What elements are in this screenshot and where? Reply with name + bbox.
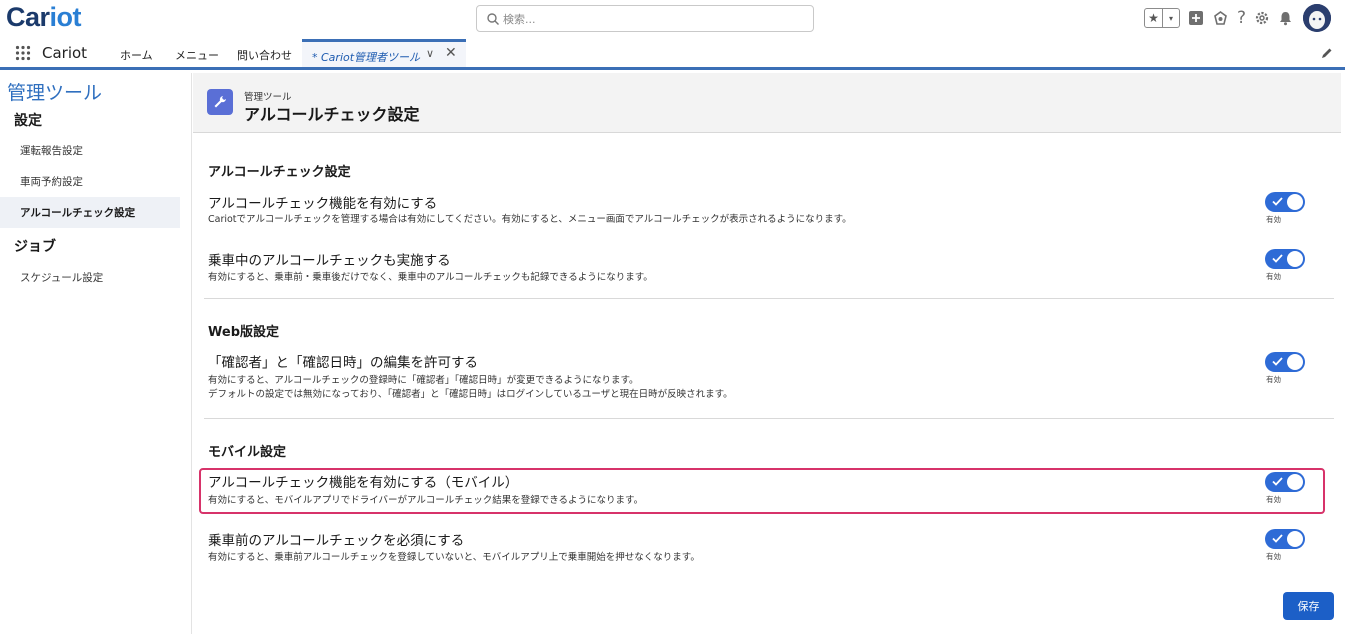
- header-icon-group: ★ ▾ ?: [1143, 4, 1331, 32]
- bell-icon[interactable]: [1278, 10, 1293, 26]
- nav-item-home[interactable]: ホーム: [120, 47, 153, 63]
- sidebar-item-schedule[interactable]: スケジュール設定: [0, 262, 180, 293]
- search-input[interactable]: [503, 9, 803, 29]
- avatar[interactable]: [1303, 4, 1331, 32]
- toggle-require-pre-ride-check[interactable]: [1265, 529, 1305, 549]
- toggle-knob: [1287, 251, 1303, 267]
- setting-desc-enable-alcohol-check: Cariotでアルコールチェックを管理する場合は有効にしてください。有効にすると…: [208, 214, 852, 225]
- setting-label-require-pre-ride-check: 乗車前のアルコールチェックを必須にする: [208, 533, 465, 549]
- toggle-allow-edit-confirmer[interactable]: [1265, 352, 1305, 372]
- star-icon[interactable]: ★: [1145, 9, 1162, 27]
- favorites-button-group: ★ ▾: [1143, 8, 1180, 28]
- sidebar-title: 管理ツール: [7, 82, 103, 104]
- toggle-status-label: 有効: [1266, 272, 1281, 281]
- close-icon[interactable]: ✕: [445, 45, 457, 61]
- toggle-enable-alcohol-check[interactable]: [1265, 192, 1305, 212]
- global-header: Cariot ★ ▾ ?: [0, 0, 1345, 36]
- section-divider: [204, 298, 1334, 299]
- tab-label: * Cariot管理者ツール: [312, 51, 421, 64]
- wrench-icon: [207, 89, 233, 115]
- sidebar-section-settings: 設定: [14, 113, 42, 129]
- section-title-mobile: モバイル設定: [208, 445, 287, 460]
- toggle-in-ride-check[interactable]: [1265, 249, 1305, 269]
- setting-label-enable-alcohol-check: アルコールチェック機能を有効にする: [208, 196, 438, 212]
- toggle-status-label: 有効: [1266, 552, 1281, 561]
- toggle-knob: [1287, 354, 1303, 370]
- sidebar-item-vehicle-reservation[interactable]: 車両予約設定: [0, 166, 180, 197]
- check-icon: [1272, 534, 1283, 543]
- page-title: アルコールチェック設定: [244, 105, 420, 124]
- toggle-knob: [1287, 474, 1303, 490]
- setup-assistant-icon[interactable]: [1212, 10, 1229, 26]
- setting-label-enable-mobile-check: アルコールチェック機能を有効にする（モバイル）: [208, 475, 519, 491]
- toggle-knob: [1287, 194, 1303, 210]
- app-name: Cariot: [42, 44, 88, 62]
- chevron-down-icon[interactable]: ∨: [426, 47, 434, 60]
- nav-item-inquiry[interactable]: 問い合わせ: [237, 47, 292, 63]
- search-icon: [487, 13, 499, 25]
- page-header: 管理ツール アルコールチェック設定: [193, 73, 1341, 133]
- logo-text-left: Car: [6, 2, 50, 32]
- check-icon: [1272, 197, 1283, 206]
- toggle-status-label: 有効: [1266, 375, 1281, 384]
- toggle-status-label: 有効: [1266, 495, 1281, 504]
- gear-icon[interactable]: [1254, 10, 1270, 26]
- setting-label-allow-edit-confirmer: 「確認者」と「確認日時」の編集を許可する: [208, 355, 478, 371]
- toggle-status-label: 有効: [1266, 215, 1281, 224]
- chevron-down-icon[interactable]: ▾: [1161, 9, 1179, 27]
- section-title-alcohol-check: アルコールチェック設定: [208, 165, 351, 180]
- add-icon[interactable]: [1188, 10, 1204, 26]
- edit-nav-icon[interactable]: [1321, 47, 1333, 59]
- toggle-enable-mobile-check[interactable]: [1265, 472, 1305, 492]
- section-divider: [204, 418, 1334, 419]
- section-title-web: Web版設定: [208, 325, 279, 340]
- setting-label-in-ride-check: 乗車中のアルコールチェックも実施する: [208, 253, 451, 269]
- sidebar-item-alcohol-check[interactable]: アルコールチェック設定: [0, 197, 180, 228]
- left-sidebar: 管理ツール 設定 運転報告設定 車両予約設定 アルコールチェック設定 ジョブ ス…: [0, 73, 192, 634]
- app-nav-bar: Cariot ホーム メニュー 問い合わせ * Cariot管理者ツール ∨ ✕: [0, 36, 1345, 70]
- setting-desc-require-pre-ride-check: 有効にすると、乗車前アルコールチェックを登録していないと、モバイルアプリ上で乗車…: [208, 552, 700, 563]
- cariot-logo[interactable]: Cariot: [6, 2, 82, 33]
- help-icon[interactable]: ?: [1237, 8, 1246, 28]
- setting-desc-enable-mobile-check: 有効にすると、モバイルアプリでドライバーがアルコールチェック結果を登録できるよう…: [208, 495, 644, 506]
- check-icon: [1272, 357, 1283, 366]
- sidebar-item-driving-report[interactable]: 運転報告設定: [0, 135, 180, 166]
- tab-cariot-admin-tool[interactable]: * Cariot管理者ツール ∨ ✕: [302, 39, 466, 67]
- nav-item-menu[interactable]: メニュー: [175, 47, 219, 63]
- setting-desc-allow-edit-confirmer-1: 有効にすると、アルコールチェックの登録時に「確認者」「確認日時」が変更できるよう…: [208, 375, 639, 386]
- toggle-knob: [1287, 531, 1303, 547]
- sidebar-section-jobs: ジョブ: [14, 239, 56, 255]
- check-icon: [1272, 254, 1283, 263]
- setting-desc-in-ride-check: 有効にすると、乗車前・乗車後だけでなく、乗車中のアルコールチェックも記録できるよ…: [208, 272, 653, 283]
- app-launcher-icon[interactable]: [15, 45, 31, 61]
- check-icon: [1272, 477, 1283, 486]
- logo-text-right: iot: [49, 2, 82, 32]
- global-search[interactable]: [476, 5, 814, 32]
- save-button[interactable]: 保存: [1283, 592, 1334, 620]
- setting-desc-allow-edit-confirmer-2: デフォルトの設定では無効になっており、「確認者」と「確認日時」はログインしている…: [208, 389, 733, 400]
